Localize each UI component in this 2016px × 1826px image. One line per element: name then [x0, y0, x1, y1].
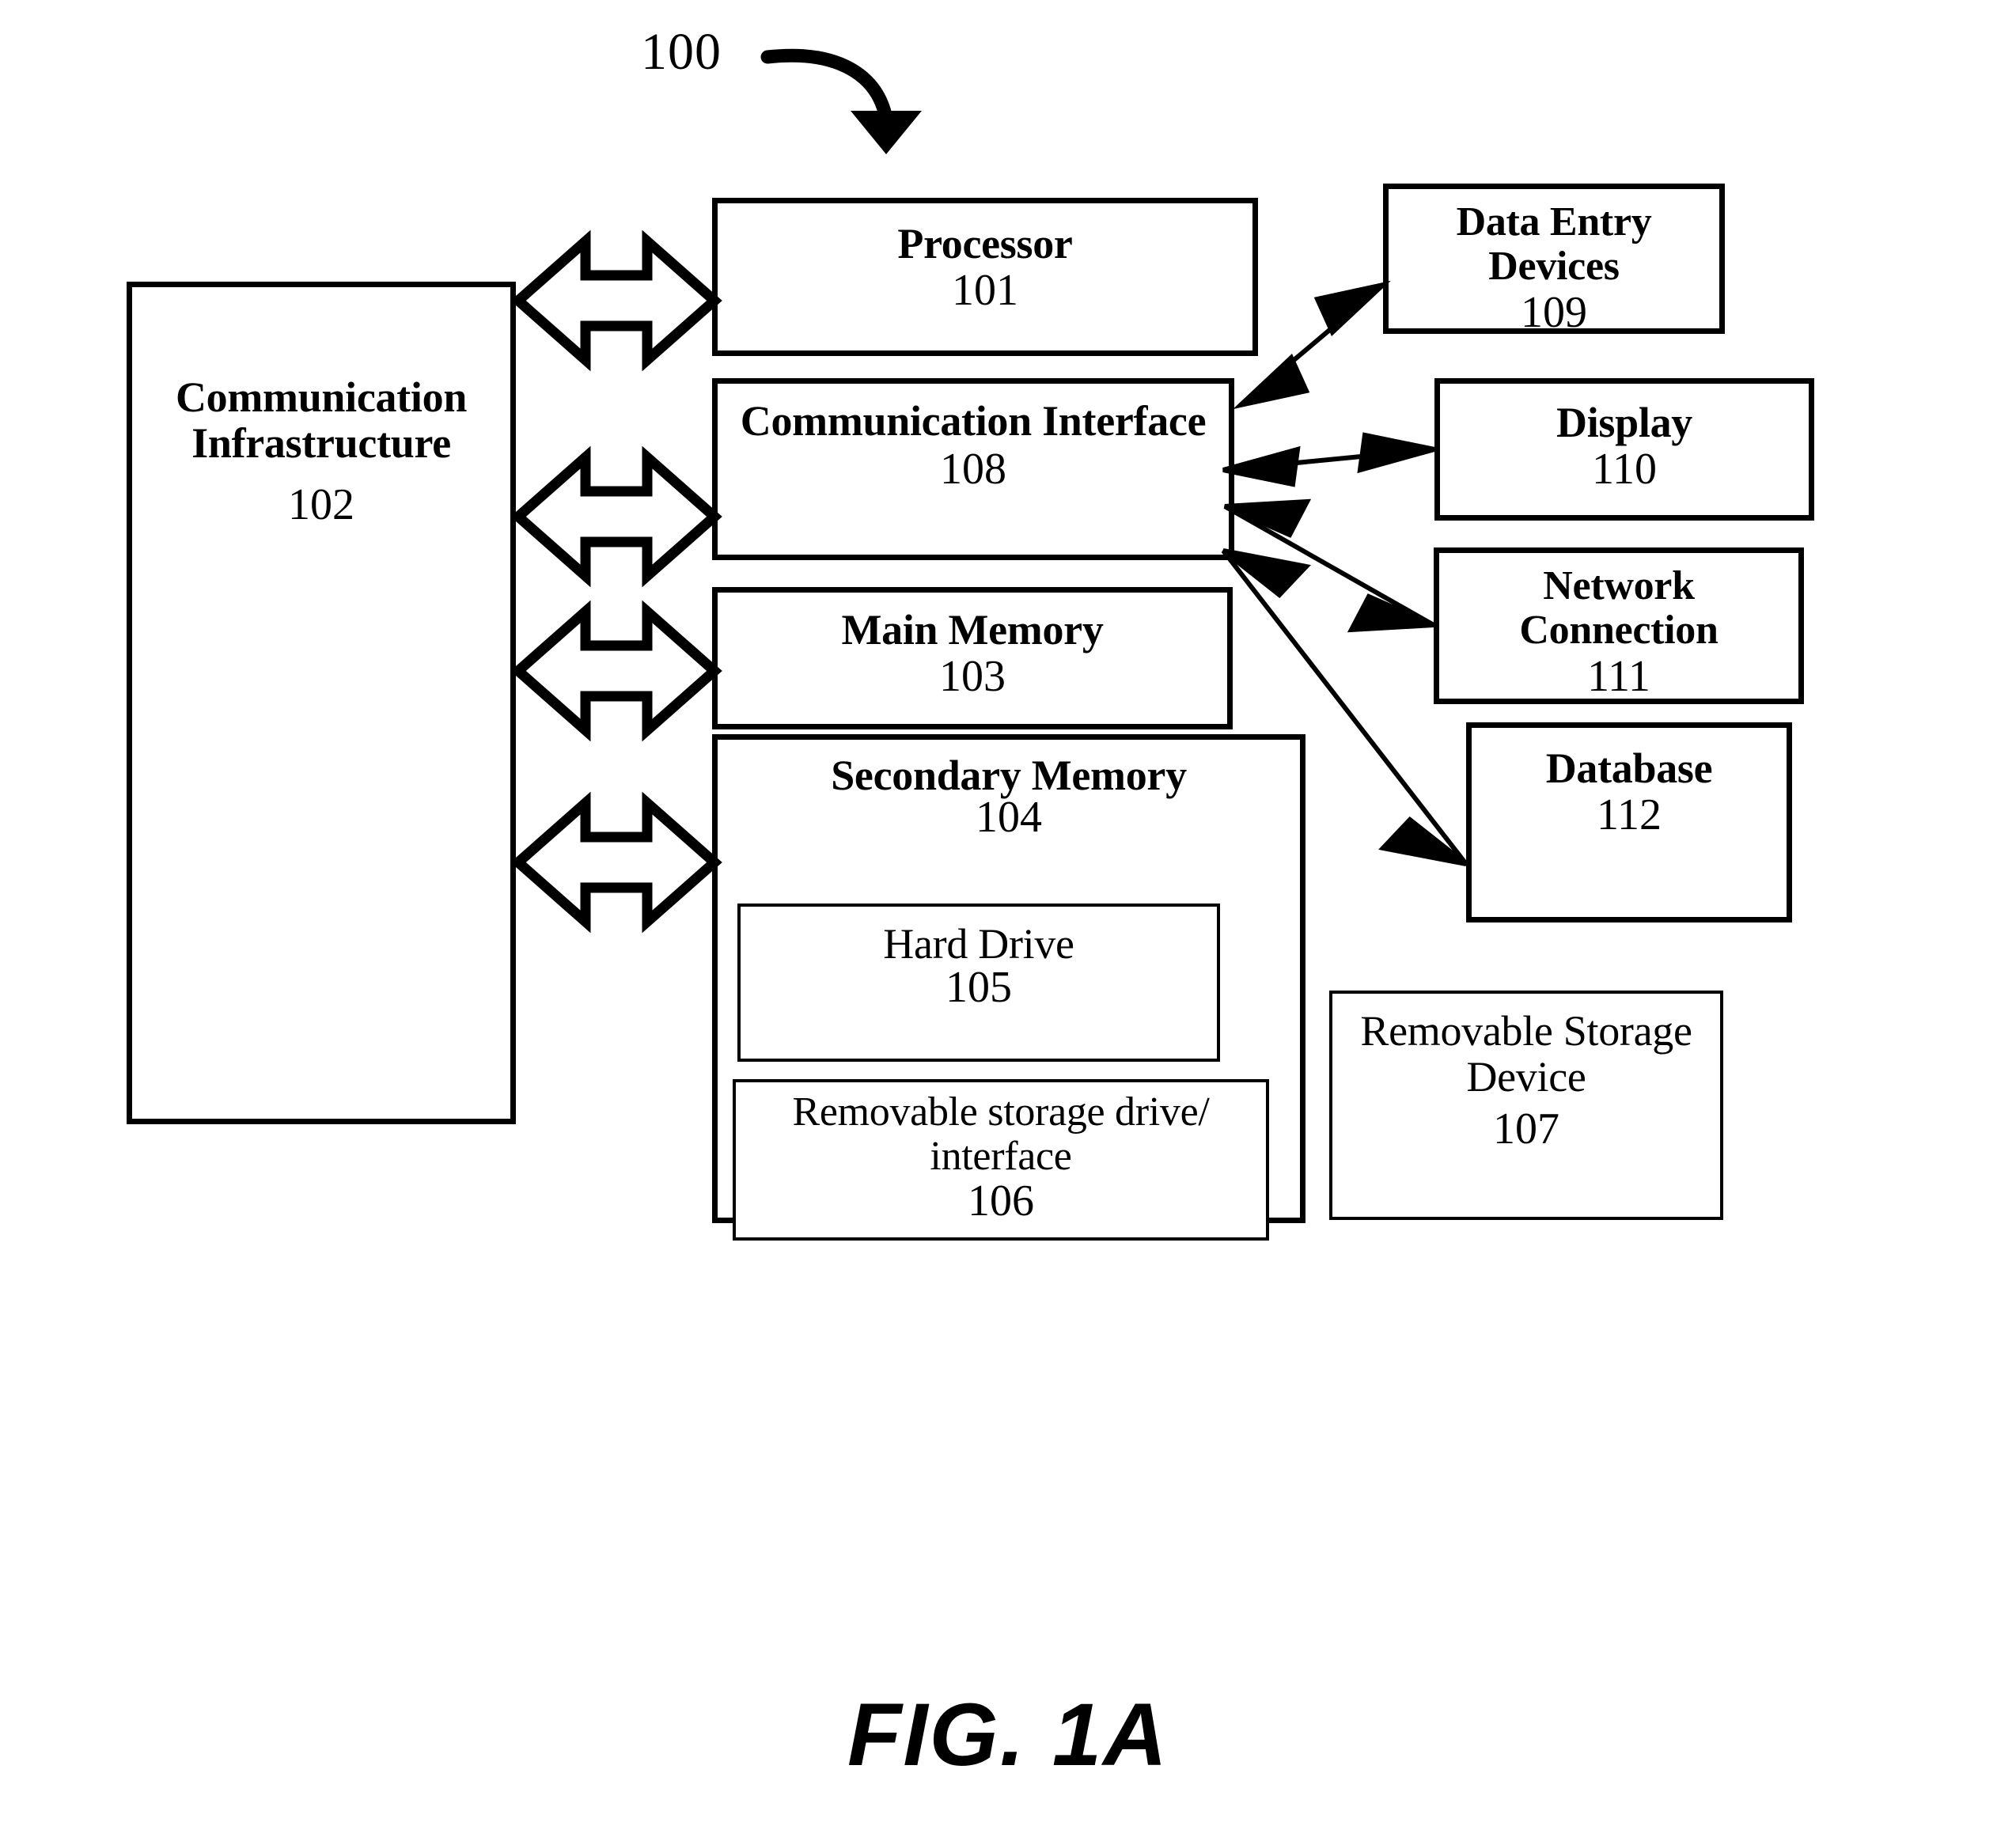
connector-line-display [1222, 447, 1435, 472]
removable-storage-device-number: 107 [1493, 1104, 1559, 1154]
double-arrow-icon-communication-interface [510, 445, 722, 588]
box-communication-interface: Communication Interface 108 [712, 378, 1234, 560]
communication-interface-title: Communication Interface [740, 397, 1207, 445]
removable-storage-drive-interface-number: 106 [968, 1176, 1034, 1226]
arrowhead-icon-database-end [1378, 816, 1468, 866]
box-database: Database 112 [1466, 722, 1792, 922]
arrowhead-icon-comm-interface-from-display [1222, 445, 1301, 487]
arrowhead-icon-network-connection-end [1347, 593, 1435, 633]
box-hard-drive: Hard Drive 105 [737, 904, 1220, 1062]
communication-infrastructure-title: Communication Infrastructure [175, 373, 468, 468]
reference-numeral-100: 100 [641, 23, 722, 81]
arrowhead-icon-comm-interface-from-data-entry [1233, 353, 1310, 410]
arrowhead-icon-comm-interface-from-network [1223, 498, 1312, 538]
arrowhead-icon-display-end [1357, 432, 1435, 474]
network-connection-number: 111 [1587, 652, 1650, 702]
arrowhead-icon-comm-interface-from-database [1222, 548, 1311, 599]
double-arrow-icon-processor [510, 229, 722, 372]
secondary-memory-title: Secondary Memory [831, 752, 1187, 799]
processor-title: Processor [897, 220, 1073, 267]
removable-storage-device-title: Removable Storage Device [1360, 1007, 1692, 1101]
communication-infrastructure-number: 102 [288, 479, 354, 529]
network-connection-title: Network Connection [1519, 563, 1719, 653]
figure-caption: FIG. 1A [847, 1685, 1169, 1784]
hard-drive-number: 105 [945, 963, 1012, 1013]
data-entry-devices-number: 109 [1521, 288, 1587, 338]
arrowhead-icon-data-entry-devices-end [1313, 280, 1391, 337]
box-network-connection: Network Connection 111 [1434, 547, 1804, 704]
display-number: 110 [1592, 445, 1657, 494]
box-processor: Processor 101 [712, 198, 1258, 356]
database-title: Database [1545, 744, 1713, 792]
box-data-entry-devices: Data Entry Devices 109 [1383, 184, 1725, 338]
patent-figure-1a: 100 Communication Infrastructure 102 Pro… [0, 0, 2016, 1826]
box-main-memory: Main Memory 103 [712, 587, 1233, 729]
double-arrow-icon-main-memory [510, 600, 722, 742]
box-communication-infrastructure: Communication Infrastructure 102 [127, 282, 516, 1124]
display-title: Display [1556, 399, 1692, 446]
database-number: 112 [1597, 790, 1662, 840]
data-entry-devices-title: Data Entry Devices [1456, 199, 1652, 290]
hard-drive-title: Hard Drive [883, 920, 1074, 968]
removable-storage-drive-interface-title: Removable storage drive/ interface [792, 1089, 1210, 1180]
communication-interface-number: 108 [940, 445, 1006, 494]
main-memory-number: 103 [939, 652, 1006, 702]
connector-line-data-entry-devices [1239, 282, 1385, 407]
box-removable-storage-device: Removable Storage Device 107 [1329, 991, 1723, 1220]
box-removable-storage-drive-interface: Removable storage drive/ interface 106 [733, 1079, 1269, 1241]
connector-line-network-connection [1223, 504, 1435, 627]
hollow-double-arrow-group [510, 229, 722, 934]
double-arrow-icon-secondary-memory [510, 791, 722, 934]
processor-number: 101 [952, 266, 1018, 316]
main-memory-title: Main Memory [841, 606, 1104, 653]
box-display: Display 110 [1434, 378, 1814, 521]
secondary-memory-number: 104 [976, 793, 1042, 843]
